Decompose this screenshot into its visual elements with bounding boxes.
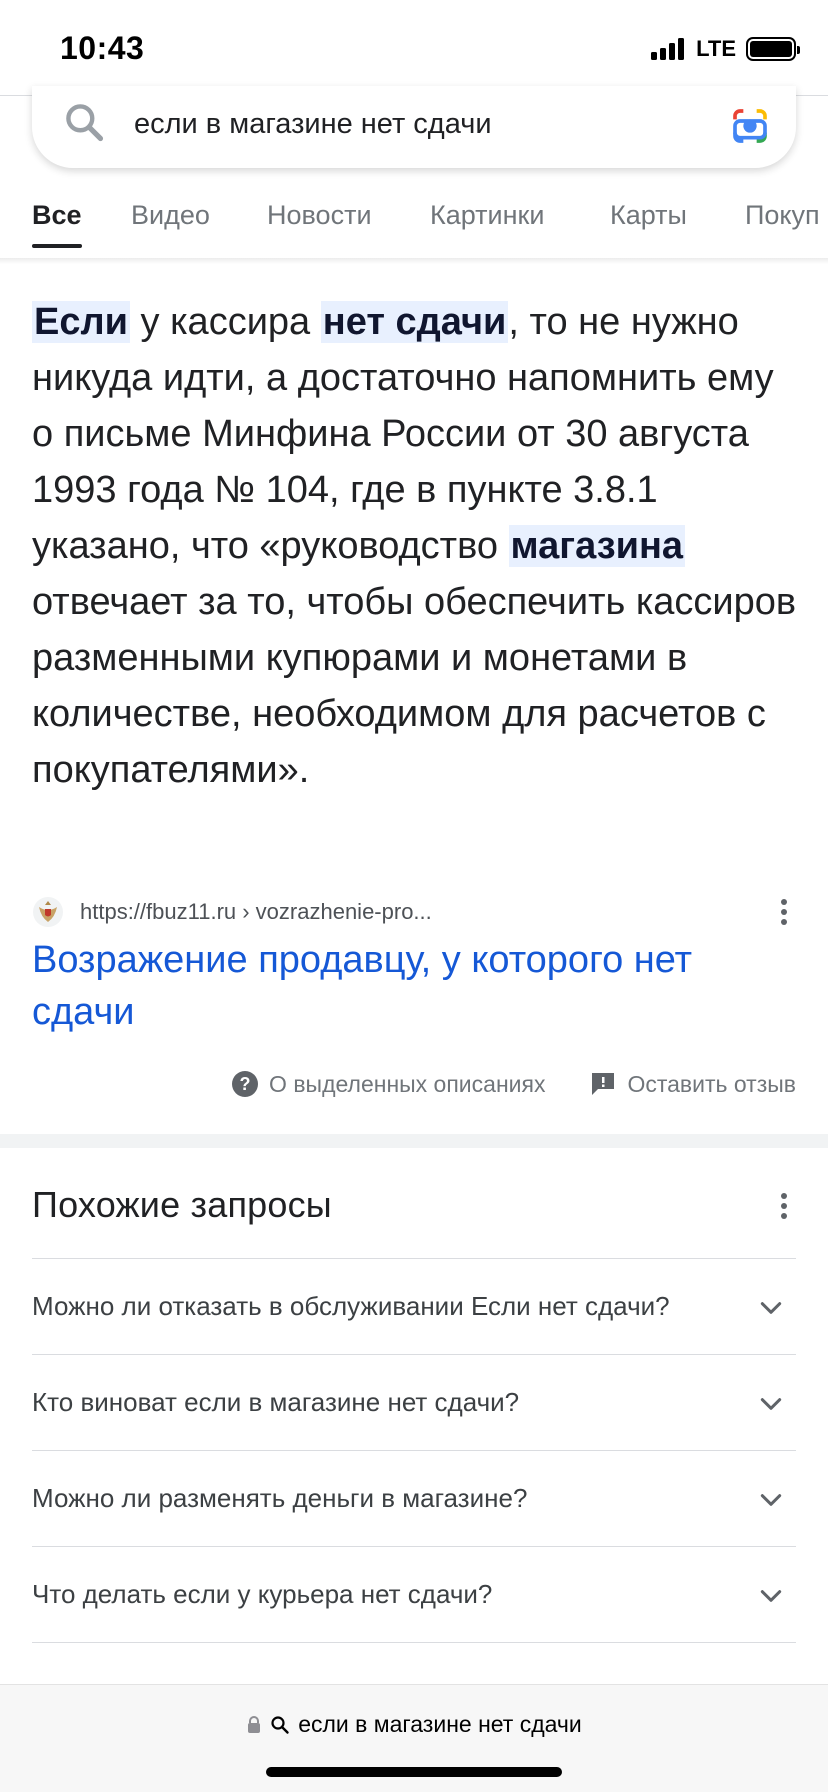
tab-video[interactable]: Видео xyxy=(131,200,210,248)
address-text: если в магазине нет сдачи xyxy=(298,1711,582,1737)
related-question[interactable]: Можно ли разменять деньги в магазине? xyxy=(32,1450,796,1546)
chevron-down-icon xyxy=(760,1590,782,1602)
feedback-row: ? О выделенных описаниях Оставить отзыв xyxy=(231,1070,796,1098)
related-question-text: Что делать если у курьера нет сдачи? xyxy=(32,1579,493,1609)
result-source[interactable]: https://fbuz11.ru › vozrazhenie-pro... xyxy=(32,894,796,930)
battery-icon xyxy=(746,37,800,61)
site-favicon-icon xyxy=(33,897,63,927)
home-indicator xyxy=(266,1767,562,1777)
search-tabs: Все Видео Новости Картинки Карты Покуп xyxy=(0,200,828,250)
status-indicators: LTE xyxy=(651,36,800,62)
result-title-link[interactable]: Возражение продавцу, у которого нет сдач… xyxy=(32,934,792,1038)
tabs-shadow xyxy=(0,258,828,264)
related-question[interactable]: Что делать если у курьера нет сдачи? xyxy=(32,1546,796,1642)
more-options-icon[interactable] xyxy=(772,896,796,928)
search-box[interactable]: если в магазине нет сдачи xyxy=(32,86,796,168)
more-options-icon[interactable] xyxy=(772,1190,796,1222)
tab-maps[interactable]: Карты xyxy=(610,200,687,248)
source-url: https://fbuz11.ru › vozrazhenie-pro... xyxy=(80,899,432,924)
snippet-text-part: у кассира xyxy=(129,301,321,343)
related-question-text: Можно ли разменять деньги в магазине? xyxy=(32,1483,528,1513)
address-display[interactable]: если в магазине нет сдачи xyxy=(0,1711,828,1738)
network-type: LTE xyxy=(696,36,736,61)
chevron-down-icon xyxy=(760,1398,782,1410)
status-bar: 10:43 LTE xyxy=(0,0,828,96)
featured-snippet-text: Если у кассира нет сдачи, то не нужно ни… xyxy=(32,294,802,798)
cellular-signal-icon xyxy=(651,38,685,60)
snippet-highlight: нет сдачи xyxy=(320,301,509,343)
tab-all[interactable]: Все xyxy=(32,200,82,248)
related-question[interactable]: Кто виноват если в магазине нет сдачи? xyxy=(32,1354,796,1450)
svg-text:?: ? xyxy=(240,1074,251,1094)
snippet-highlight: Если xyxy=(32,301,130,343)
search-input[interactable]: если в магазине нет сдачи xyxy=(134,108,492,141)
tab-images[interactable]: Картинки xyxy=(430,200,544,248)
search-icon xyxy=(271,1715,289,1734)
related-question-text: Можно ли отказать в обслуживании Если не… xyxy=(32,1291,670,1321)
about-label: О выделенных описаниях xyxy=(269,1070,546,1097)
status-time: 10:43 xyxy=(60,30,145,66)
lock-icon xyxy=(248,1715,261,1733)
chevron-down-icon xyxy=(760,1302,782,1314)
active-tab-indicator xyxy=(32,244,82,248)
related-question[interactable]: Можно ли отказать в обслуживании Если не… xyxy=(32,1258,796,1354)
section-divider xyxy=(0,1134,828,1148)
chevron-down-icon xyxy=(760,1494,782,1506)
snippet-highlight: магазина xyxy=(508,525,686,567)
tab-shopping[interactable]: Покуп xyxy=(745,200,820,248)
snippet-text-part: отвечает за то, чтобы обеспечить кассиро… xyxy=(32,581,797,791)
google-lens-icon[interactable] xyxy=(730,106,770,146)
tab-news[interactable]: Новости xyxy=(267,200,372,248)
about-featured-snippets-link[interactable]: ? О выделенных описаниях xyxy=(231,1070,545,1098)
feedback-icon xyxy=(592,1073,615,1095)
help-circle-icon: ? xyxy=(232,1071,259,1097)
related-searches-title: Похожие запросы xyxy=(32,1184,332,1225)
browser-address-bar[interactable]: если в магазине нет сдачи xyxy=(0,1684,828,1792)
related-question-text: Кто виноват если в магазине нет сдачи? xyxy=(32,1387,520,1417)
related-searches-list: Можно ли отказать в обслуживании Если не… xyxy=(32,1258,796,1738)
search-icon xyxy=(66,104,104,142)
leave-feedback-link[interactable]: Оставить отзыв xyxy=(589,1070,796,1098)
feedback-label: Оставить отзыв xyxy=(627,1070,796,1097)
